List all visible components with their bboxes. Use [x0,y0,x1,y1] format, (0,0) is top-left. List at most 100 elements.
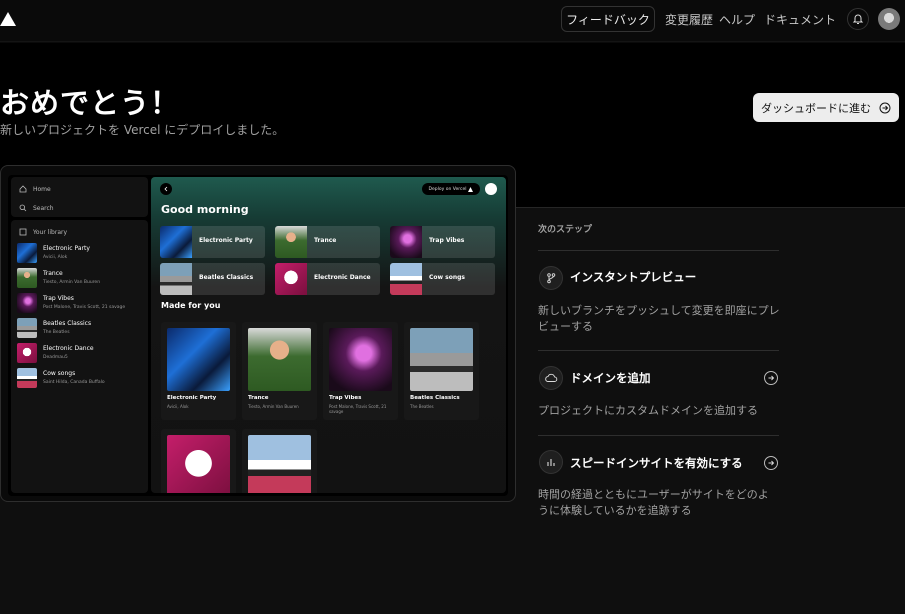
playlist-card [242,429,317,493]
docs-link[interactable]: ドキュメント [764,11,836,28]
list-item: Trance Tiesto, Armin Van Buuren [15,267,143,289]
list-item: Cow songs Saint Hilda, Canada Buffalo [15,367,143,389]
card-artwork [248,435,311,493]
list-item: Beatles Classics The Beatles [15,317,143,339]
playlist-thumbnail [17,243,37,263]
playlist-tile: Trance [275,226,380,258]
card-artwork [167,435,230,493]
vercel-triangle-icon [468,186,474,192]
library-icon [19,228,27,236]
playlist-card: Beatles Classics The Beatles [404,322,479,420]
playlist-artists: Saint Hilda, Canada Buffalo [43,380,105,385]
feedback-button[interactable]: フィードバック [561,6,655,32]
vercel-logo-icon[interactable] [0,11,16,27]
playlist-card: Trap Vibes Post Malone, Travis Scott, 21 … [323,322,398,420]
playlist-artists: Deadmau5 [43,355,68,360]
preview-main-panel: Deploy on Vercel Good morning Electronic… [151,177,506,493]
github-icon [485,183,497,195]
changelog-link[interactable]: 変更履歴 [665,11,713,28]
chevron-left-icon [164,186,168,192]
playlist-card: Electronic Party Avicii, Alok [161,322,236,420]
preview-app: Home Search Your library Electronic Part… [8,175,508,496]
step-icon-badge [539,450,563,474]
playlist-name: Beatles Classics [43,320,92,327]
playlist-artists: Tiesto, Armin Van Buuren [43,280,101,285]
library-header: Your library [19,228,67,236]
instant-preview-title: インスタントプレビュー [570,270,697,284]
tile-name: Electronic Party [199,237,253,244]
cloud-icon [545,373,558,382]
playlist-tile: Beatles Classics [160,263,265,295]
playlist-artists: Avicii, Alok [43,255,68,260]
tile-name: Beatles Classics [199,274,254,281]
add-domain-arrow-button[interactable] [764,371,778,385]
bar-chart-icon [547,459,555,466]
card-artists: Avicii, Alok [167,404,189,409]
step-icon-badge [539,266,563,290]
playlist-artists: Post Malone, Travis Scott, 21 savage [43,305,126,310]
playlist-tile: Trap Vibes [390,226,495,258]
arrow-right-circle-icon [879,102,891,113]
card-title: Trap Vibes [329,395,362,401]
card-artists: The Beatles [410,404,434,409]
greeting-heading: Good morning [161,203,249,216]
playlist-name: Cow songs [43,370,76,377]
card-title: Trance [248,395,269,401]
home-icon [19,185,27,193]
made-for-you-heading: Made for you [161,301,221,310]
tile-thumbnail [390,263,422,295]
divider [538,435,779,436]
go-to-dashboard-button[interactable]: ダッシュボードに進む [753,93,899,122]
playlist-tile: Electronic Dance [275,263,380,295]
playlist-name: Electronic Dance [43,345,94,352]
playlist-thumbnail [17,268,37,288]
tile-name: Trap Vibes [429,237,465,244]
deploy-on-vercel-badge: Deploy on Vercel [422,183,480,195]
back-button [160,183,172,195]
sidebar-item-home: Home [19,185,51,193]
help-link[interactable]: ヘルプ [719,11,755,28]
notifications-button[interactable] [847,8,869,30]
tile-thumbnail [275,226,307,258]
tile-thumbnail [160,226,192,258]
divider [538,350,779,351]
list-item: Electronic Dance Deadmau5 [15,342,143,364]
list-item: Trap Vibes Post Malone, Travis Scott, 21 … [15,292,143,314]
playlist-thumbnail [17,368,37,388]
playlist-name: Trance [43,270,63,277]
playlist-thumbnail [17,343,37,363]
playlist-tile: Electronic Party [160,226,265,258]
playlist-thumbnail [17,293,37,313]
card-artists: Post Malone, Travis Scott, 21 savage [329,404,387,415]
card-artists: Tiesto, Armin Van Buuren [248,404,299,409]
deployment-preview-frame[interactable]: Home Search Your library Electronic Part… [0,165,516,502]
tile-thumbnail [275,263,307,295]
card-artwork [167,328,230,391]
playlist-artists: The Beatles [43,330,70,335]
playlist-thumbnail [17,318,37,338]
branch-icon [547,273,556,284]
card-title: Beatles Classics [410,395,460,401]
top-navigation-bar: フィードバック 変更履歴 ヘルプ ドキュメント [0,0,905,42]
sidebar-library: Your library Electronic Party Avicii, Alo… [11,220,148,493]
sidebar-nav: Home Search [11,177,148,217]
card-artwork [329,328,392,391]
sidebar-item-search: Search [19,204,54,212]
card-title: Electronic Party [167,395,217,401]
add-domain-link[interactable]: ドメインを追加 [570,370,651,386]
dashboard-button-label: ダッシュボードに進む [761,101,871,115]
deploy-label: Deploy on Vercel [428,186,467,192]
avatar[interactable] [878,8,900,30]
playlist-name: Electronic Party [43,245,90,252]
playlist-name: Trap Vibes [43,295,74,302]
enable-speed-insights-link[interactable]: スピードインサイトを有効にする [570,455,743,471]
tile-name: Cow songs [429,274,465,281]
bell-icon [852,14,864,24]
arrow-right-icon [768,375,775,381]
sidebar-item-label: Search [33,204,54,212]
tile-thumbnail [390,226,422,258]
next-steps-heading: 次のステップ [538,225,593,235]
card-artwork [248,328,311,391]
speed-insights-arrow-button[interactable] [764,456,778,470]
speed-insights-description: 時間の経過とともにユーザーがサイトをどのように体験しているかを追跡する [538,488,769,517]
